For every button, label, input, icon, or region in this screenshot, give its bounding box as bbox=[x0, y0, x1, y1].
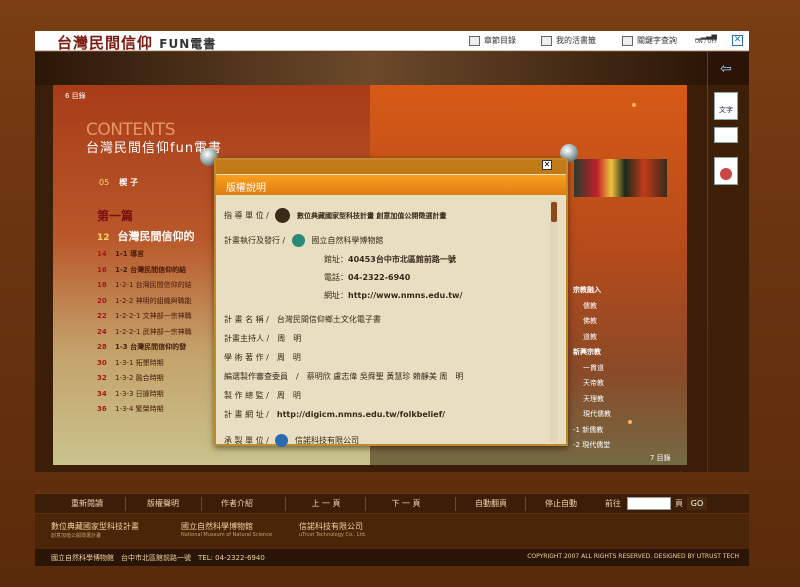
sponsor-bar: 數位典藏國家型科技計畫 創意加值公開徵選計畫 國立自然科學博物館 National … bbox=[35, 514, 749, 549]
editors-row: 編選製作審查委員 / 蔡明欣 盧志偉 吳舜聖 黃慧珍 賴靜美 周 明 bbox=[224, 372, 464, 381]
media-icon[interactable] bbox=[714, 157, 738, 185]
utrust-logo-icon bbox=[275, 434, 289, 447]
auto-flip-button[interactable]: 自動翻頁 bbox=[461, 498, 521, 509]
address-row: 館址：40453台中市北區館前路一號 bbox=[324, 255, 456, 264]
maker-row: 承 製 單 位 / 信諾科技有限公司 bbox=[224, 434, 359, 447]
search-icon bbox=[622, 35, 633, 46]
list-icon bbox=[469, 35, 480, 46]
copyright-button[interactable]: 版權聲明 bbox=[133, 498, 193, 509]
goto-label: 前往 bbox=[605, 499, 621, 508]
app-logo: 台灣民間信仰 FUN電書 bbox=[57, 34, 217, 52]
host-row: 計畫主持人 / 周 明 bbox=[224, 334, 302, 343]
divider bbox=[455, 497, 456, 511]
supervisor-row: 製 作 總 監 / 周 明 bbox=[224, 391, 301, 400]
project-url-row: 計 畫 網 址 / http://digicm.nmns.edu.tw/folk… bbox=[224, 410, 446, 419]
prev-page-button[interactable]: 上 一 頁 bbox=[291, 498, 361, 509]
copyright-dialog: ✕ 版權說明 指 導 單 位 / 數位典藏國家型科技計畫 創意加值公開徵選計畫 … bbox=[214, 158, 568, 447]
museum-logo-icon bbox=[291, 234, 305, 247]
footer-address: 國立自然科學博物館 台中市北區館前路一號 TEL: 04-2322-6940 bbox=[51, 554, 265, 562]
author-intro-button[interactable]: 作者介紹 bbox=[207, 498, 267, 509]
chapter-nav-button[interactable]: 章節目錄 bbox=[469, 35, 516, 46]
left-page-number: 6 目錄 bbox=[65, 92, 86, 100]
exec-row: 計畫執行及發行 / 國立自然科學博物館 bbox=[224, 234, 384, 247]
toc-item[interactable]: 宗教融入 bbox=[573, 285, 683, 301]
bookmark-nav-button[interactable]: 我的活書籤 bbox=[541, 35, 596, 46]
side-toolbar: ⇦ 文字 bbox=[708, 52, 749, 472]
divider bbox=[285, 497, 286, 511]
stop-auto-button[interactable]: 停止自動 bbox=[531, 498, 591, 509]
dialog-scrollbar[interactable] bbox=[550, 200, 558, 442]
website-row: 網址：http://www.nmns.edu.tw/ bbox=[324, 291, 463, 300]
toc-preface[interactable]: 05 楔 子 bbox=[99, 177, 138, 188]
part-heading: 第一篇 bbox=[97, 209, 134, 223]
close-app-icon[interactable]: ✕ bbox=[732, 35, 743, 46]
sponsor-digital-archive[interactable]: 數位典藏國家型科技計畫 創意加值公開徵選計畫 bbox=[51, 521, 139, 539]
digital-archive-logo-icon bbox=[275, 208, 291, 223]
divider bbox=[365, 497, 366, 511]
toc-list-right: 宗教融入 儒教 佛教 道教 新興宗教 一貫道 天帝教 天理教 現代儒教 -1 新… bbox=[573, 285, 683, 456]
bottom-controls: 重新閱讀 版權聲明 作者介紹 上 一 頁 下 一 頁 自動翻頁 停止自動 前往 … bbox=[35, 493, 749, 513]
author-row: 學 術 著 作 / 周 明 bbox=[224, 353, 301, 362]
divider bbox=[201, 497, 202, 511]
toc-item[interactable]: 天理教 bbox=[573, 394, 683, 410]
sound-toggle[interactable]: ▁▂▃▅ ON / OFF bbox=[695, 33, 717, 46]
part-title[interactable]: 12 台灣民間信仰的 bbox=[97, 228, 203, 244]
side-toolbar-top: ⇦ bbox=[708, 52, 749, 85]
toc-item[interactable]: -2 現代儒堂 bbox=[573, 440, 683, 456]
toc-item[interactable]: 佛教 bbox=[573, 316, 683, 332]
reread-button[interactable]: 重新閱讀 bbox=[57, 498, 117, 509]
toc-item[interactable]: -1 新儒教 bbox=[573, 425, 683, 441]
stage-header bbox=[35, 52, 707, 85]
footer-copyright: COPYRIGHT 2007 ALL RIGHTS RESERVED. DESI… bbox=[527, 553, 739, 560]
toc-item[interactable]: 一貫道 bbox=[573, 363, 683, 379]
text-document-icon[interactable]: 文字 bbox=[714, 92, 738, 120]
toc-item[interactable]: 新興宗教 bbox=[573, 347, 683, 363]
back-arrow-icon[interactable]: ⇦ bbox=[720, 61, 732, 77]
project-name-row: 計 畫 名 稱 / 台灣民間信仰鄉土文化電子書 bbox=[224, 315, 381, 324]
card-icon[interactable] bbox=[714, 127, 738, 143]
toc-item[interactable]: 道教 bbox=[573, 332, 683, 348]
dialog-title: 版權說明 bbox=[216, 175, 566, 195]
go-button[interactable]: GO bbox=[687, 497, 707, 510]
divider bbox=[125, 497, 126, 511]
next-page-button[interactable]: 下 一 頁 bbox=[371, 498, 441, 509]
page-label: 頁 bbox=[675, 499, 683, 508]
project-url-link[interactable]: http://digicm.nmns.edu.tw/folkbelief/ bbox=[277, 410, 445, 419]
toc-item[interactable]: 天帝教 bbox=[573, 378, 683, 394]
glow-dot bbox=[632, 103, 636, 107]
top-bar: 台灣民間信仰 FUN電書 章節目錄 我的活書籤 關鍵字查詢 ▁▂▃▅ ON / … bbox=[35, 31, 749, 52]
scrollbar-thumb[interactable] bbox=[551, 202, 557, 222]
page-number-input[interactable] bbox=[627, 497, 671, 510]
festival-photo bbox=[574, 159, 667, 197]
website-link[interactable]: http://www.nmns.edu.tw/ bbox=[348, 291, 462, 300]
dialog-titlebar: ✕ bbox=[216, 160, 566, 174]
footer: 國立自然科學博物館 台中市北區館前路一號 TEL: 04-2322-6940 C… bbox=[35, 549, 749, 566]
toc-item[interactable]: 儒教 bbox=[573, 301, 683, 317]
search-nav-button[interactable]: 關鍵字查詢 bbox=[622, 35, 677, 46]
guide-row: 指 導 單 位 / 數位典藏國家型科技計畫 創意加值公開徵選計畫 bbox=[224, 208, 446, 223]
disc-icon bbox=[720, 168, 732, 180]
tel-row: 電話：04-2322-6940 bbox=[324, 273, 411, 282]
dialog-close-button[interactable]: ✕ bbox=[542, 160, 552, 170]
bookmark-icon bbox=[541, 35, 552, 46]
toc-item[interactable]: 現代儒教 bbox=[573, 409, 683, 425]
sponsor-utrust[interactable]: 信諾科技有限公司 uTrust Technology Co., Ltd. bbox=[299, 521, 366, 538]
divider bbox=[525, 497, 526, 511]
sponsor-museum[interactable]: 國立自然科學博物館 National Museum of Natural Scie… bbox=[181, 521, 272, 538]
